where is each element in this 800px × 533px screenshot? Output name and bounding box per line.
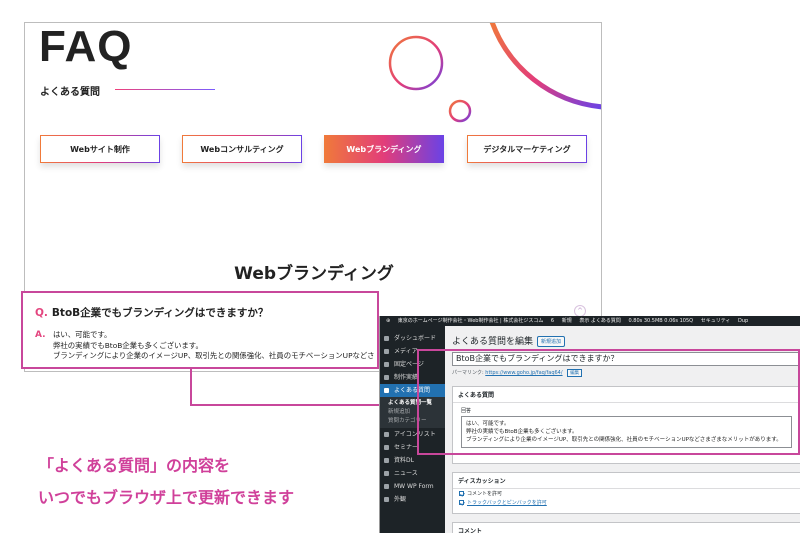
connector-line [190,369,192,406]
faq-underline [115,89,215,90]
admin-bar-view[interactable]: 表示 よくある質問 [579,318,621,324]
faq-heading: FAQ [39,22,133,71]
discussion-panel: ディスカッション コメントを許可 トラックバックとピンバックを許可 [452,472,800,514]
menu-news[interactable]: ニュース [380,467,445,480]
wp-logo-icon[interactable]: ⊕ [386,318,390,324]
caption-line-1: 「よくある質問」の内容を [38,456,231,475]
admin-bar-stats[interactable]: 0.80s 30.5MB 0.06s 105Q [629,318,694,324]
appearance-icon [384,497,389,502]
question-text: BtoB企業でもブランディングはできますか？ [51,307,269,319]
section-heading: Webブランディング [234,264,394,284]
faq-subheading: よくある質問 [40,87,100,98]
stage: FAQ よくある質問 Webサイト制作 Webコンサルティング Webブランディ… [0,0,800,533]
checkbox-checked-icon [459,500,464,505]
form-icon [384,484,389,489]
pages-icon [384,362,389,367]
faq-question[interactable]: Q. BtoB企業でもブランディングはできますか？ [35,305,268,320]
admin-bar: ⊕ 東京のホームページ制作会社・Web制作会社 | 株式会社ジスコム 6 新規 … [380,316,800,326]
admin-bar-security[interactable]: セキュリティ [701,318,731,324]
update-count[interactable]: 6 [551,318,554,324]
dashboard-icon [384,336,389,341]
allow-comments-checkbox[interactable]: コメントを許可 [453,489,800,498]
question-mark-label: Q. [35,307,48,319]
category-button-website[interactable]: Webサイト制作 [40,135,160,163]
admin-bar-dup[interactable]: Dup [738,318,748,324]
news-icon [384,471,389,476]
faq-item-highlight: Q. BtoB企業でもブランディングはできますか？ A. はい、可能です。 弊社の… [21,291,379,369]
download-icon [384,458,389,463]
menu-mw-wp-form[interactable]: MW WP Form [380,480,445,493]
panel-title: ディスカッション [453,473,800,489]
admin-bar-site-name[interactable]: 東京のホームページ制作会社・Web制作会社 | 株式会社ジスコム [398,318,544,324]
seminar-icon [384,445,389,450]
comments-panel: コメント [452,522,800,533]
menu-dashboard[interactable]: ダッシュボード [380,332,445,345]
answer-line: ブランディングにより企業のイメージUP、取引先との関係強化、社員のモチベーション… [53,351,375,360]
category-button-branding[interactable]: Webブランディング [324,135,444,163]
answer-mark-label: A. [35,330,46,340]
faq-icon [384,388,389,393]
media-icon [384,349,389,354]
checkbox-checked-icon [459,491,464,496]
menu-download[interactable]: 資料DL [380,454,445,467]
faq-answer: A. はい、可能です。 弊社の実績でもBtoB企業も多くございます。 ブランディ… [35,330,375,362]
category-button-consulting[interactable]: Webコンサルティング [182,135,302,163]
panel-title: コメント [453,523,800,533]
allow-pings-checkbox[interactable]: トラックバックとピンバックを許可 [453,498,800,507]
caption-line-2: いつでもブラウザ上で更新できます [38,488,295,507]
edit-page-title: よくある質問を編集 新規追加 [452,334,566,347]
add-new-button[interactable]: 新規追加 [537,336,566,347]
works-icon [384,375,389,380]
answer-line: 弊社の実績でもBtoB企業も多くございます。 [53,340,203,350]
wp-edit-highlight [417,349,800,455]
admin-bar-new[interactable]: 新規 [562,318,572,324]
list-icon [384,432,389,437]
menu-appearance[interactable]: 外観 [380,493,445,506]
answer-line: はい、可能です。 [53,330,112,339]
category-button-marketing[interactable]: デジタルマーケティング [467,135,587,163]
